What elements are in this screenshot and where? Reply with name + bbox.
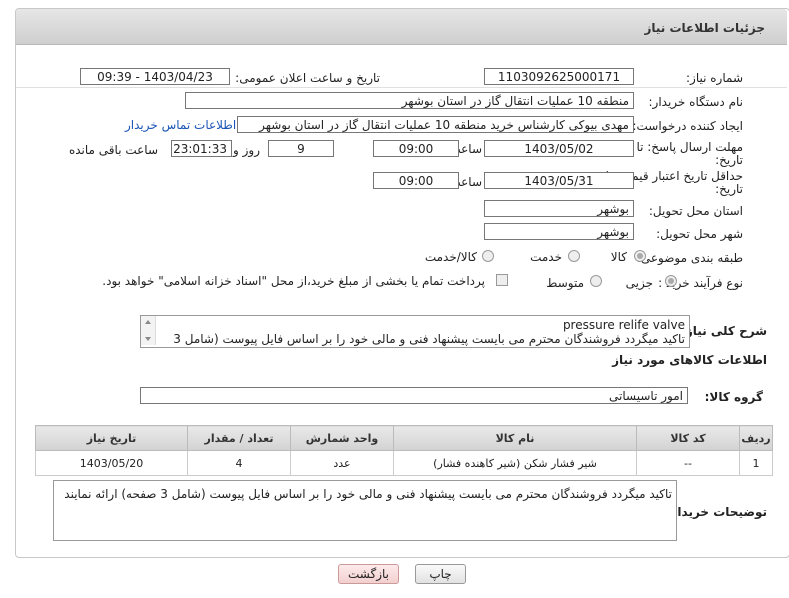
category-option-both: کالا/خدمت (424, 250, 477, 264)
description-line-1: pressure relife valve (562, 318, 685, 332)
category-label: طبقه بندی موضوعی: (636, 251, 743, 265)
deadline-label-date: تاریخ: (715, 153, 743, 167)
goods-table-header: ردیف کد کالا نام کالا واحد شمارش تعداد /… (35, 425, 773, 451)
remaining-time-field: 23:01:33 (171, 140, 232, 157)
days-label: روز و (233, 143, 260, 157)
cell-date: 1403/05/20 (35, 450, 188, 476)
purchase-option-minor: جزیی (625, 276, 653, 290)
goods-group-field: امور تاسیساتی (140, 387, 688, 404)
need-number-label: شماره نیاز: (686, 71, 743, 85)
validity-date-field: 1403/05/31 (484, 172, 634, 189)
province-label: استان محل تحویل: (648, 204, 743, 218)
creator-field: مهدی بیوکی کارشناس خرید منطقه 10 عملیات … (237, 116, 634, 133)
province-field: بوشهر (484, 200, 634, 217)
goods-section-title: اطلاعات کالاهای مورد نیاز (612, 353, 767, 367)
cell-unit: عدد (290, 450, 394, 476)
col-name: نام کالا (393, 425, 637, 451)
treasury-checkbox[interactable] (496, 274, 508, 286)
col-qty: تعداد / مقدار (187, 425, 291, 451)
category-radio-both[interactable] (482, 250, 494, 262)
purchase-radio-minor[interactable] (665, 275, 677, 287)
category-option-goods: کالا (610, 250, 627, 264)
category-radio-service[interactable] (568, 250, 580, 262)
validity-label-date: تاریخ: (715, 182, 743, 196)
category-option-service: خدمت (530, 250, 562, 264)
cell-qty: 4 (187, 450, 291, 476)
creator-label: ایجاد کننده درخواست: (632, 119, 743, 133)
buyer-org-label: نام دستگاه خریدار: (648, 95, 744, 109)
page-title: جزئیات اطلاعات نیاز (644, 21, 765, 35)
announce-field: 1403/04/23 - 09:39 (80, 68, 230, 85)
col-date: تاریخ نیاز (35, 425, 188, 451)
buyer-notes-text: تاکید میگردد فروشندگان محترم می بایست پی… (64, 487, 672, 501)
col-unit: واحد شمارش (290, 425, 394, 451)
buyer-notes-label: توضیحات خریدار: (665, 505, 767, 519)
cell-name: شیر فشار شکن (شیر کاهنده فشار) (393, 450, 637, 476)
buyer-org-field: منطقه 10 عملیات انتقال گاز در استان بوشه… (185, 92, 634, 109)
validity-time-field: 09:00 (373, 172, 459, 189)
description-line-2: تاکید میگردد فروشندگان محترم می بایست پی… (173, 332, 685, 346)
scroll-arrows-icon (145, 320, 151, 341)
city-label: شهر محل تحویل: (656, 227, 743, 241)
back-button[interactable]: بازگشت (338, 564, 399, 584)
description-label: شرح کلی نیاز: (681, 324, 767, 338)
description-scrollbar[interactable] (141, 316, 156, 345)
contact-info-link[interactable]: اطلاعات تماس خریدار (125, 118, 236, 132)
category-radio-goods[interactable] (634, 250, 646, 262)
days-field: 9 (268, 140, 334, 157)
remaining-label: ساعت باقی مانده (68, 143, 158, 157)
purchase-option-medium: متوسط (546, 276, 584, 290)
purchase-radio-medium[interactable] (590, 275, 602, 287)
cell-code: -- (636, 450, 740, 476)
table-row: 1 -- شیر فشار شکن (شیر کاهنده فشار) عدد … (35, 450, 773, 476)
goods-group-label: گروه کالا: (704, 390, 763, 404)
deadline-date-field: 1403/05/02 (484, 140, 634, 157)
announce-label: تاریخ و ساعت اعلان عمومی: (235, 71, 380, 85)
cell-row: 1 (739, 450, 773, 476)
print-button[interactable]: چاپ (415, 564, 466, 584)
col-code: کد کالا (636, 425, 740, 451)
payment-note: پرداخت تمام یا بخشی از مبلغ خرید،از محل … (102, 274, 485, 288)
deadline-label: مهلت ارسال پاسخ: تا (636, 140, 743, 154)
deadline-time-field: 09:00 (373, 140, 459, 157)
col-row: ردیف (739, 425, 773, 451)
panel-header: جزئیات اطلاعات نیاز (16, 9, 787, 45)
buyer-notes-textarea[interactable]: تاکید میگردد فروشندگان محترم می بایست پی… (53, 480, 677, 541)
goods-table: ردیف کد کالا نام کالا واحد شمارش تعداد /… (35, 425, 773, 476)
need-number-field: 1103092625000171 (484, 68, 634, 85)
description-textarea[interactable]: pressure relife valve تاکید میگردد فروشن… (140, 315, 690, 348)
city-field: بوشهر (484, 223, 634, 240)
